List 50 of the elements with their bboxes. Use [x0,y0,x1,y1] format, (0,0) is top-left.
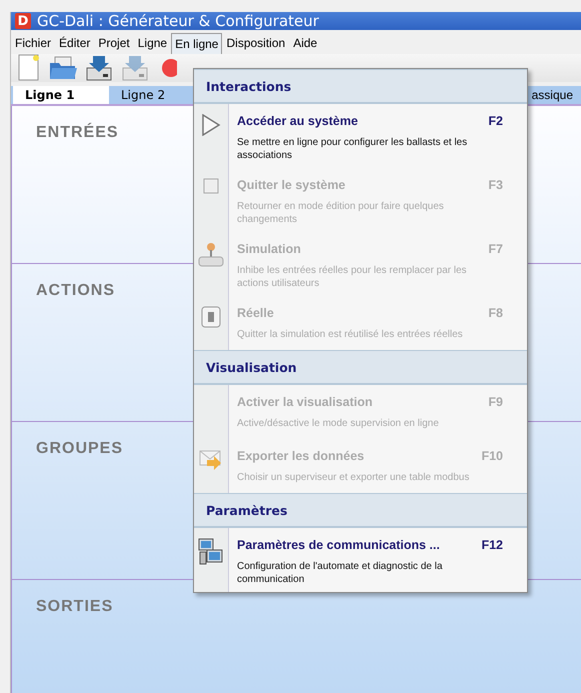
tab[interactable]: assique [532,86,581,104]
menu-item[interactable]: Éditer [55,32,94,54]
save-icon[interactable] [85,54,113,82]
menu-group-heading: Paramètres [206,502,288,518]
menu-item[interactable]: En ligne [171,32,222,54]
section-heading: ACTIONS [36,282,115,299]
menu-item[interactable]: Fichier [11,32,56,54]
menu-group-heading: Visualisation [206,360,297,374]
shortcut-text: F10 [481,449,503,463]
square-icon [203,178,219,194]
shortcut-text: F8 [488,306,503,320]
shortcut-text: F12 [481,538,503,552]
menu-item-label: Quitter le système [237,178,346,192]
menu-item-description: Configuration de l'automate et diagnostic de la communication [237,560,444,586]
switch-icon [201,306,221,328]
menu-group-heading: Interactions [206,78,292,94]
window-title: GC-Dali : Générateur & Configurateur [37,12,319,30]
menu-item-description: Se mettre en ligne pour configurer les ballasts et les associations [237,136,468,162]
menu-item[interactable]: Paramètres de communications ... F12 Configuration de l'automate et diagnostic de la communication [194,528,527,592]
menu-item-description: Quitter la simulation est réutilisé les entrées réelles [237,328,464,341]
folder-icon[interactable] [49,55,77,81]
menu-item-description: Active/désactive le mode supervision en ligne [237,417,440,430]
menu-item-label: Accéder au système [237,114,358,128]
shortcut-text: F7 [488,242,503,256]
section-heading: GROUPES [36,440,124,457]
new-file-icon[interactable] [17,54,41,82]
menu-item-label: Réelle [237,306,274,320]
menu-item-label: Paramètres de communications ... [237,538,440,552]
envelope-arrow-icon [199,449,223,471]
menu-item[interactable]: Aide [289,32,322,54]
menu-item-description: Choisir un superviseur et exporter une table modbus [237,471,470,484]
menu-item-description: Inhibe les entrées réelles pour les remplacer par les actions utilisateurs [237,264,468,290]
menu-item[interactable]: Ligne [134,32,172,54]
section-heading: ENTRÉES [36,124,119,141]
shortcut-text: F2 [488,114,503,128]
shortcut-text: F3 [488,178,503,192]
tab[interactable]: Ligne 1 [13,86,109,104]
menu-item-label: Activer la visualisation [237,395,372,409]
section-heading: SORTIES [36,598,114,615]
menu-item-label: Exporter les données [237,449,364,463]
app-logo: D [15,13,31,29]
shortcut-text: F9 [488,395,503,409]
computers-icon [198,538,224,566]
menu-item[interactable]: Accéder au système F2 Se mettre en ligne pour configurer les ballasts et les associations [194,104,527,168]
play-icon [201,114,221,136]
menu-item[interactable]: Projet [94,32,134,54]
menu-item-description: Retourner en mode édition pour faire quelques changements [237,200,445,226]
menu-item-label: Simulation [237,242,301,256]
menu-item[interactable]: Disposition [222,32,290,54]
joystick-icon [198,242,224,268]
